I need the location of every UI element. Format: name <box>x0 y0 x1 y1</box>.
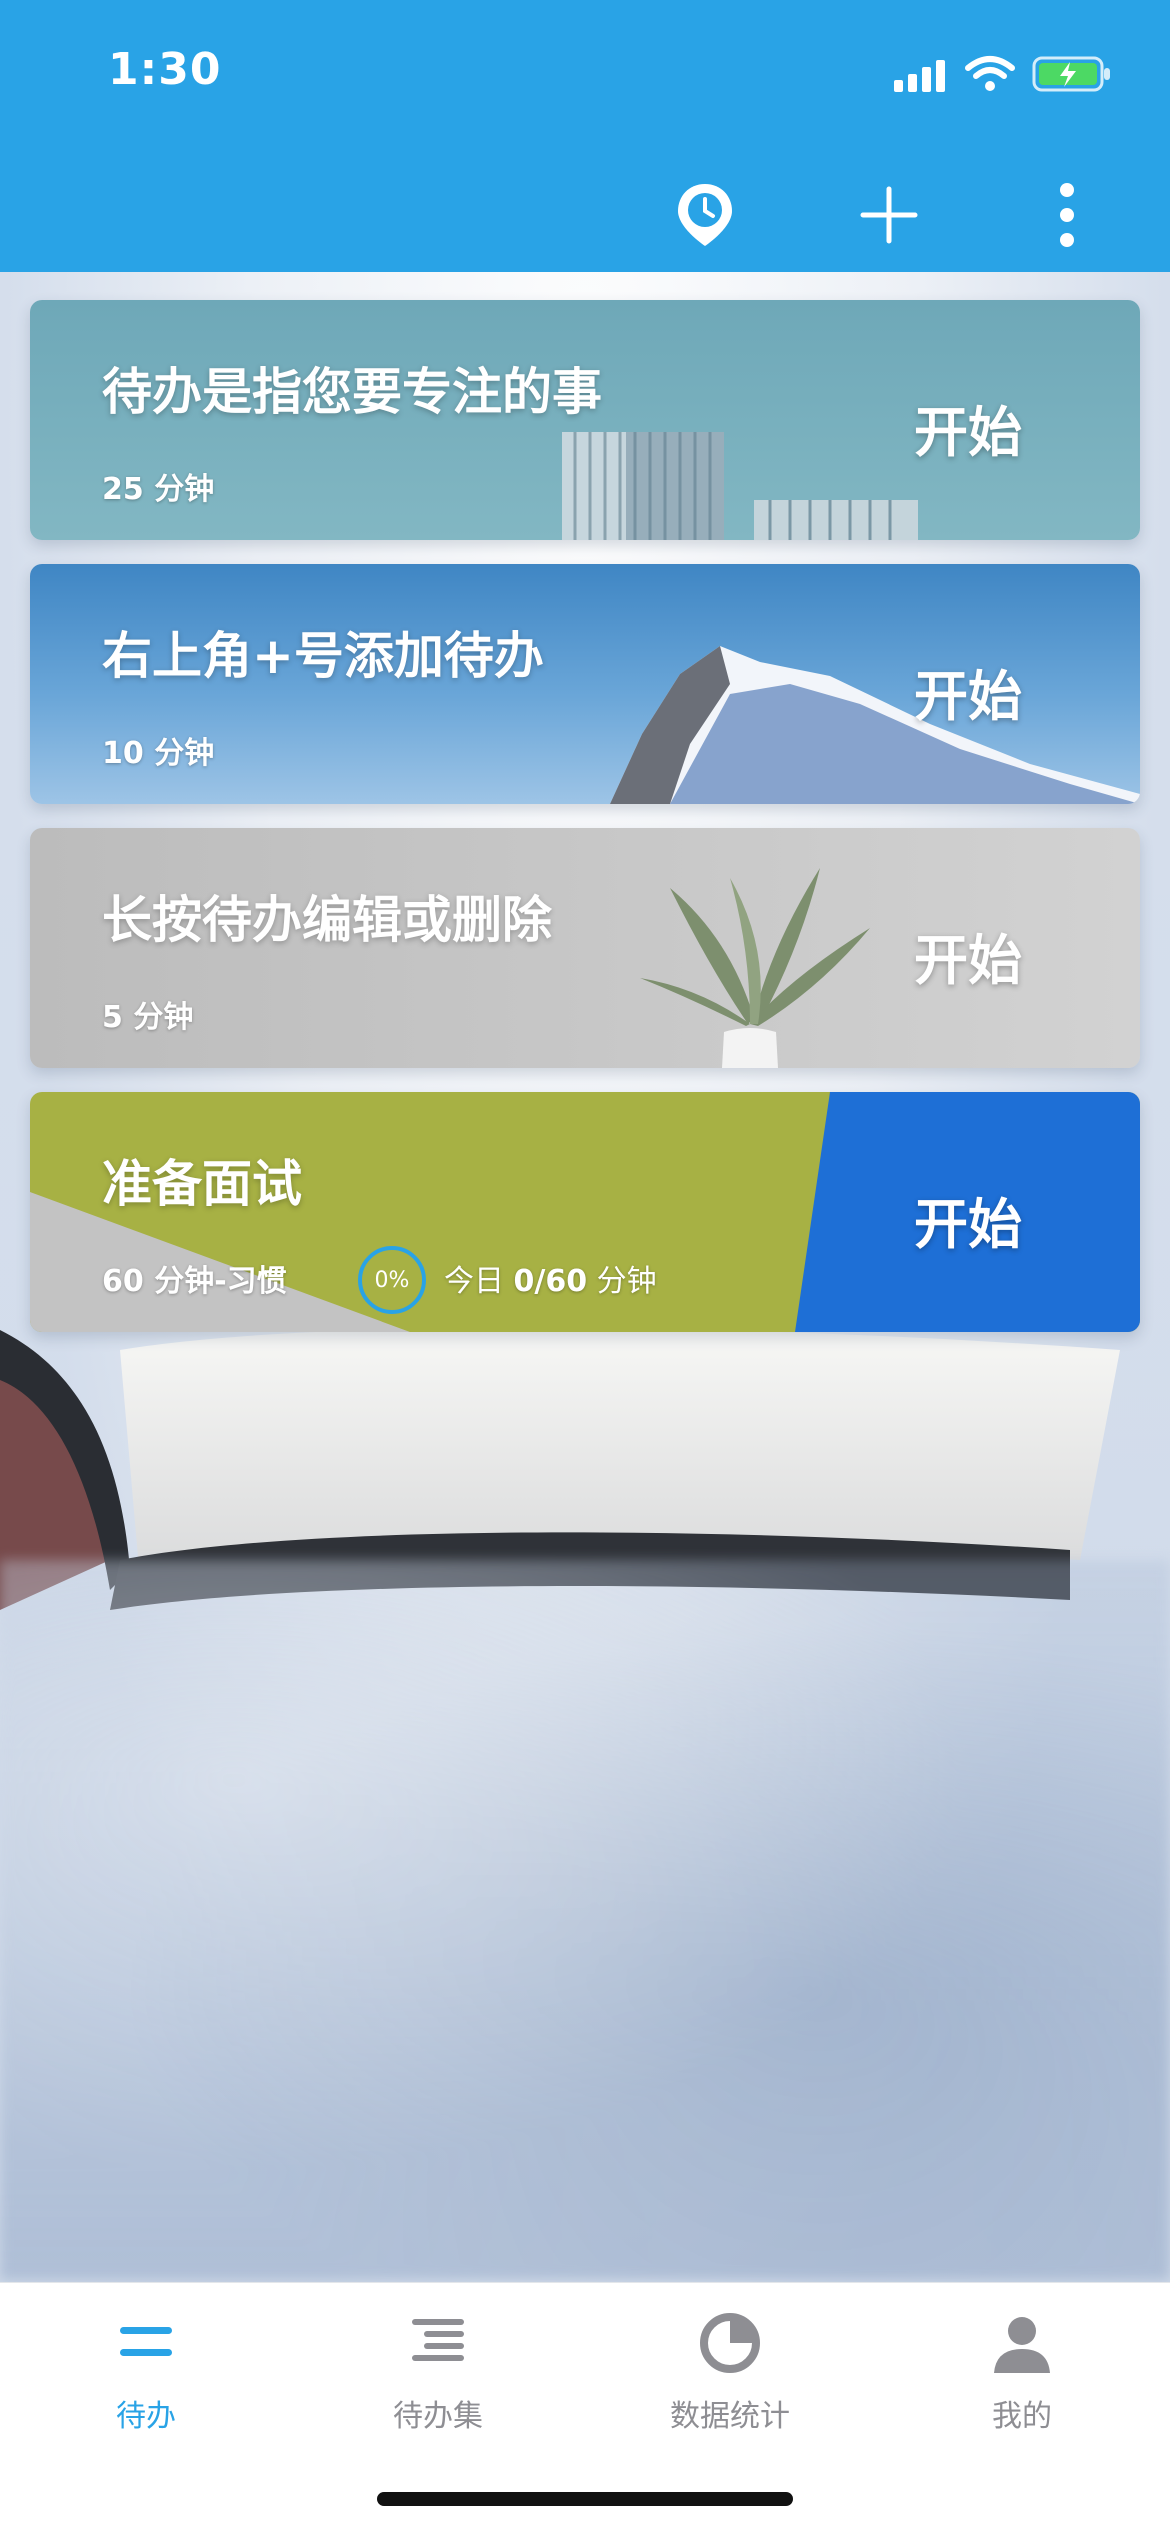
wifi-icon <box>965 56 1015 91</box>
start-button[interactable]: 开始 <box>914 916 1022 995</box>
battery-charging-icon <box>1032 56 1110 92</box>
tab-todo[interactable]: 待办 <box>0 2283 292 2453</box>
cellular-signal-icon <box>894 60 945 92</box>
list-group-icon <box>412 2319 464 2361</box>
start-button[interactable]: 开始 <box>914 1180 1022 1259</box>
todo-duration: 5 分钟 <box>102 1000 194 1035</box>
add-button[interactable] <box>844 170 934 260</box>
list-icon <box>120 2327 172 2356</box>
progress-percent: 0% <box>374 1267 410 1293</box>
tab-label: 待办 <box>116 2399 176 2434</box>
today-progress: 今日 0/60 分钟 <box>444 1256 657 1300</box>
today-prefix: 今日 <box>444 1264 514 1299</box>
tab-label: 数据统计 <box>670 2399 790 2434</box>
tab-statistics[interactable]: 数据统计 <box>584 2283 876 2453</box>
todo-card[interactable]: 待办是指您要专注的事 25 分钟 开始 <box>30 300 1140 540</box>
more-vertical-icon <box>1060 183 1074 247</box>
tab-label: 我的 <box>992 2399 1052 2434</box>
todo-title: 待办是指您要专注的事 <box>102 363 602 421</box>
tab-label: 待办集 <box>393 2399 483 2434</box>
toolbar <box>0 170 1170 250</box>
status-time: 1:30 <box>108 44 222 95</box>
more-button[interactable] <box>1022 170 1112 260</box>
todo-title: 右上角+号添加待办 <box>102 627 544 685</box>
add-icon <box>860 186 918 244</box>
location-clock-icon <box>678 184 732 246</box>
start-button[interactable]: 开始 <box>914 388 1022 467</box>
todo-title: 准备面试 <box>102 1155 302 1213</box>
start-button[interactable]: 开始 <box>914 652 1022 731</box>
todo-card[interactable]: 右上角+号添加待办 10 分钟 开始 <box>30 564 1140 804</box>
progress-ring: 0% <box>356 1244 428 1316</box>
pie-chart-icon <box>700 2313 760 2373</box>
home-indicator[interactable] <box>377 2492 793 2506</box>
todo-title: 长按待办编辑或删除 <box>102 891 552 949</box>
location-clock-button[interactable] <box>660 170 750 260</box>
tab-mine[interactable]: 我的 <box>876 2283 1168 2453</box>
today-value: 0/60 <box>513 1264 588 1299</box>
todo-card[interactable]: 准备面试 60 分钟-习惯 0% 今日 0/60 分钟 开始 <box>30 1092 1140 1332</box>
app-header: 1:30 <box>0 0 1170 272</box>
todo-duration: 60 分钟-习惯 <box>102 1264 287 1299</box>
fabric-background <box>0 1560 1170 2280</box>
today-suffix: 分钟 <box>587 1264 657 1299</box>
todo-duration: 10 分钟 <box>102 736 215 771</box>
status-icons <box>892 48 1122 100</box>
todo-duration: 25 分钟 <box>102 472 215 507</box>
user-icon <box>994 2317 1050 2373</box>
tab-todo-sets[interactable]: 待办集 <box>292 2283 584 2453</box>
todo-card[interactable]: 长按待办编辑或删除 5 分钟 开始 <box>30 828 1140 1068</box>
